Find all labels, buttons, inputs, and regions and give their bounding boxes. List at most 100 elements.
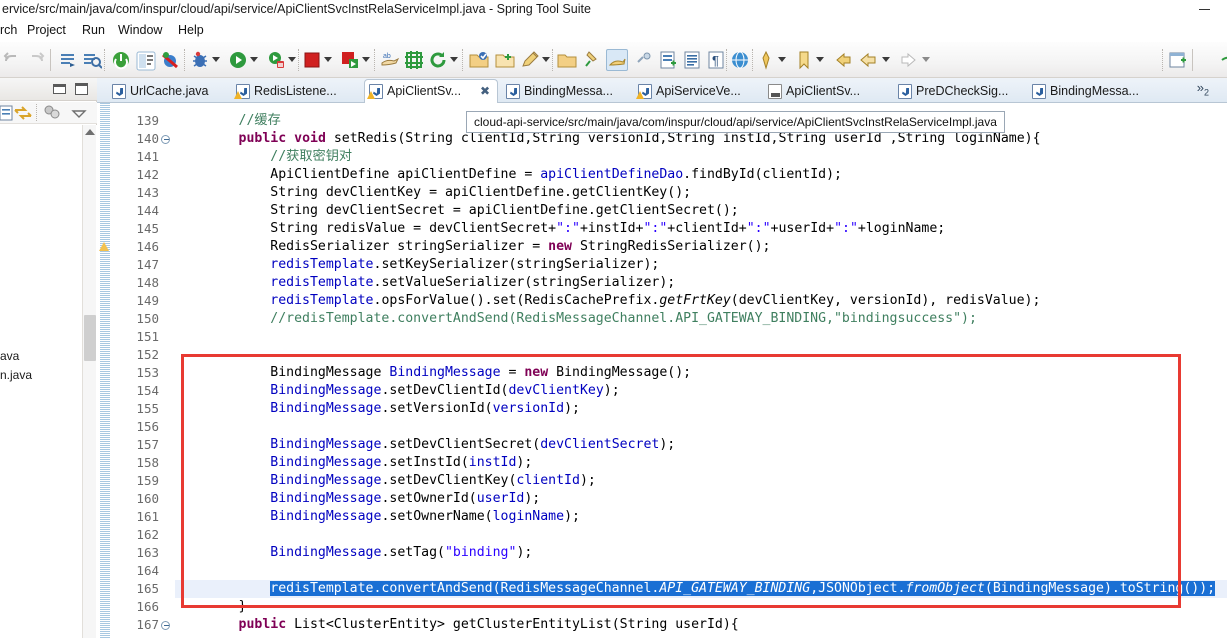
filter-icon[interactable] (42, 103, 62, 123)
code-line[interactable]: redisTemplate.setValueSerializer(stringS… (175, 274, 675, 292)
open-declaration-icon[interactable] (58, 50, 78, 70)
code-line[interactable]: String redisValue = devClientSecret+":"+… (175, 220, 945, 238)
code-line[interactable]: RedisSerializer stringSerializer = new S… (175, 238, 770, 256)
new-class-icon[interactable] (658, 50, 678, 70)
editor-tab-urlcache[interactable]: UrlCache.java (108, 80, 226, 103)
scrollbar-thumb[interactable] (84, 315, 96, 361)
back-icon[interactable] (832, 50, 852, 70)
annotation-ruler[interactable] (97, 103, 111, 638)
editor-tab-apiclientsvc-active[interactable]: ApiClientSv... ✖ (364, 79, 498, 103)
minimize-view-button[interactable] (53, 84, 66, 94)
edit-icon[interactable] (520, 50, 540, 70)
editor-tab-apiclientsvc-class[interactable]: ApiClientSv... (764, 80, 890, 103)
code-line[interactable]: BindingMessage.setTag("binding"); (175, 544, 532, 562)
pin-icon[interactable] (582, 50, 602, 70)
menu-item-search[interactable]: rch (0, 23, 17, 37)
boot-dashboard-dropdown-arrow[interactable] (362, 57, 370, 62)
code-line[interactable]: BindingMessage.setDevClientSecret(devCli… (175, 436, 675, 454)
code-line[interactable]: String devClientSecret = apiClientDefine… (175, 202, 738, 220)
editor-tab-predchecksig[interactable]: PreDCheckSig... (894, 80, 1024, 103)
code-line[interactable]: public List<ClusterEntity> getClusterEnt… (175, 616, 739, 634)
forward-dropdown-arrow[interactable] (882, 57, 890, 62)
link-icon[interactable] (634, 50, 654, 70)
skip-breakpoints-icon[interactable] (160, 50, 180, 70)
editor-tab-bindingmessage-2[interactable]: BindingMessa... (1028, 80, 1158, 103)
outline-icon[interactable] (682, 50, 702, 70)
scroll-up-arrow-icon[interactable] (85, 129, 95, 135)
code-token: //缓存 (238, 113, 281, 128)
editor-tab-apiserviceversion[interactable]: ApiServiceVe... (634, 80, 760, 103)
boot-dashboard-icon[interactable] (340, 50, 360, 70)
code-token: .setDevClientKey( (381, 473, 517, 488)
editor-tab-redislistener[interactable]: RedisListene... (232, 80, 358, 103)
menu-item-window[interactable]: Window (118, 23, 162, 37)
tree-item-file[interactable]: n.java (0, 368, 32, 382)
undo-icon[interactable] (2, 50, 22, 70)
link-with-editor-icon[interactable] (12, 103, 32, 123)
forward-icon[interactable] (858, 50, 878, 70)
fold-toggle-icon[interactable] (161, 616, 171, 634)
code-line[interactable]: redisTemplate.convertAndSend(RedisMessag… (175, 580, 1216, 598)
new-spring-project-icon[interactable]: ab (380, 50, 400, 70)
marker-dropdown-arrow[interactable] (778, 57, 786, 62)
code-line[interactable]: //获取密钥对 (175, 148, 352, 166)
code-line[interactable]: BindingMessage.setDevClientId(devClientK… (175, 382, 619, 400)
stop-icon[interactable] (302, 50, 322, 70)
code-line[interactable]: redisTemplate.setKeySerializer(stringSer… (175, 256, 659, 274)
more-tabs-chevron-icon[interactable]: »2 (1197, 80, 1209, 98)
code-editor[interactable]: 139 //缓存 140 public void setRedis(String … (97, 103, 1227, 638)
code-line[interactable]: BindingMessage BindingMessage = new Bind… (175, 364, 691, 382)
code-line[interactable]: BindingMessage.setInstId(instId); (175, 454, 532, 472)
bookmark-icon[interactable] (794, 50, 814, 70)
redo-icon[interactable] (26, 50, 46, 70)
minimize-button[interactable] (1197, 2, 1213, 16)
refresh-dropdown-arrow[interactable] (450, 57, 458, 62)
warning-marker-icon[interactable] (99, 240, 111, 254)
spring-perspective-icon-2[interactable] (1220, 50, 1227, 70)
new-bean-icon[interactable] (404, 50, 424, 70)
code-line[interactable]: BindingMessage.setOwnerId(userId); (175, 490, 540, 508)
stop-dropdown-arrow[interactable] (324, 57, 332, 62)
menu-item-run[interactable]: Run (82, 23, 105, 37)
code-line[interactable]: BindingMessage.setOwnerName(loginName); (175, 508, 580, 526)
open-perspective-icon[interactable] (1168, 50, 1188, 70)
next-annotation-icon[interactable] (898, 50, 918, 70)
debug-icon[interactable] (190, 50, 210, 70)
spring-perspective-icon[interactable] (606, 49, 628, 71)
open-resource-icon[interactable] (494, 50, 515, 70)
run-external-icon[interactable] (266, 50, 286, 70)
code-line[interactable]: ApiClientDefine apiClientDefine = apiCli… (175, 166, 842, 184)
menu-item-project[interactable]: Project (27, 23, 66, 37)
pilcrow-icon[interactable]: ¶ (706, 50, 726, 70)
code-line[interactable]: BindingMessage.setVersionId(versionId); (175, 400, 580, 418)
code-line[interactable]: String devClientKey = apiClientDefine.ge… (175, 184, 691, 202)
debug-dropdown-arrow[interactable] (212, 57, 220, 62)
edit-dropdown-arrow[interactable] (542, 57, 550, 62)
toggle-markoccurrences-icon[interactable] (135, 50, 156, 71)
fold-toggle-icon[interactable] (161, 130, 171, 148)
code-line[interactable]: redisTemplate.opsForValue().set(RedisCac… (175, 292, 1040, 310)
run-external-dropdown-arrow[interactable] (288, 57, 296, 62)
view-menu-icon[interactable] (68, 103, 88, 123)
tree-item-file[interactable]: ava (0, 349, 19, 363)
web-browser-icon[interactable] (730, 50, 750, 70)
close-icon[interactable]: ✖ (479, 85, 491, 97)
run-icon[interactable] (228, 50, 248, 70)
package-explorer-scrollbar[interactable] (82, 125, 96, 638)
open-task-icon[interactable] (556, 50, 577, 70)
marker-icon[interactable] (756, 50, 776, 70)
open-type-icon[interactable] (468, 50, 489, 70)
maximize-view-button[interactable] (75, 83, 88, 95)
refresh-icon[interactable] (428, 50, 448, 70)
bookmark-dropdown-arrow[interactable] (816, 57, 824, 62)
next-dropdown-arrow[interactable] (922, 57, 930, 62)
code-line[interactable]: } (175, 598, 247, 616)
run-dropdown-arrow[interactable] (250, 57, 258, 62)
code-line[interactable]: //缓存 (175, 112, 281, 130)
code-line[interactable]: //redisTemplate.convertAndSend(RedisMess… (175, 310, 977, 328)
terminate-icon[interactable] (111, 50, 131, 70)
editor-tab-bindingmessage[interactable]: BindingMessa... (502, 80, 630, 103)
search-declaration-icon[interactable] (82, 50, 103, 70)
code-line[interactable]: BindingMessage.setDevClientKey(clientId)… (175, 472, 596, 490)
menu-item-help[interactable]: Help (178, 23, 204, 37)
